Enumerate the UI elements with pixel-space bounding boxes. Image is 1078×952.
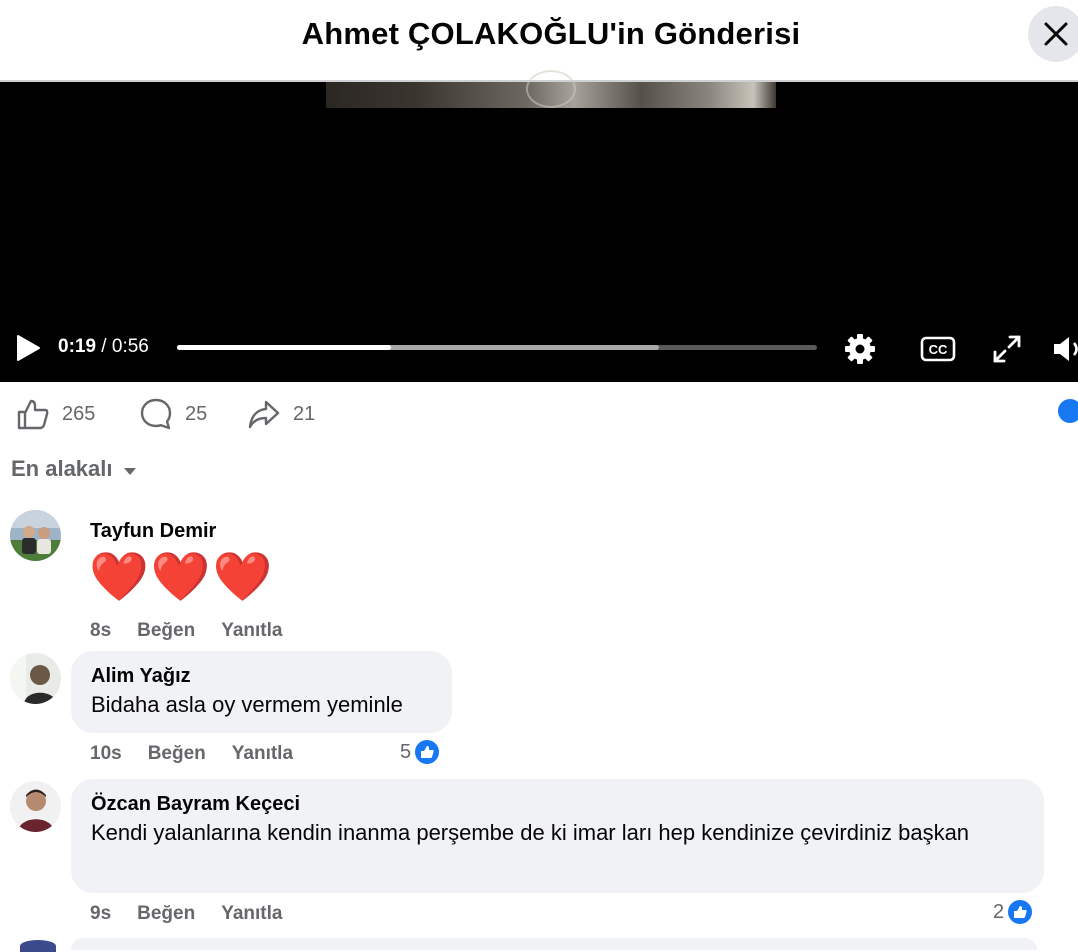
comment-reply-button[interactable]: Yanıtla [221,620,282,642]
duration: 0:56 [111,336,149,357]
comment-time[interactable]: 8s [90,620,111,642]
share-count: 21 [293,402,316,425]
video-frame-emblem [526,70,576,108]
avatar[interactable] [10,781,61,832]
post-action-bar: 265 25 21 [0,390,1078,438]
dialog-title: Ahmet ÇOLAKOĞLU'in Gönderisi [301,16,801,51]
avatar-photo-icon [10,653,61,704]
current-time: 0:19 [58,336,97,357]
comment-reply-button[interactable]: Yanıtla [232,743,293,765]
comment-author[interactable]: Özcan Bayram Keçeci [91,793,300,816]
comment-count: 25 [185,402,208,425]
reaction-like-icon[interactable] [1058,399,1078,423]
progress-played [177,345,392,350]
comment-text: Bidaha asla oy vermem yeminle [91,692,403,717]
comment-time[interactable]: 10s [90,743,122,765]
avatar[interactable] [10,510,61,561]
like-action[interactable]: 265 [16,394,95,434]
video-player[interactable]: 0:19 / 0:56 CC [0,70,1078,382]
caret-down-icon [123,468,136,475]
comment-reactions[interactable]: 2 [993,898,1035,926]
video-progress-bar[interactable] [177,345,817,350]
time-separator: / [96,336,112,357]
like-reaction-icon [413,738,442,766]
comment-author[interactable]: Alim Yağız [91,665,191,688]
avatar[interactable] [20,940,56,952]
comment-reply-button[interactable]: Yanıtla [221,903,282,925]
comment-action[interactable]: 25 [139,394,207,434]
comment-meta: 8s Beğen Yanıtla [90,620,308,642]
comment-text: Kendi yalanlarına kendin inanma perşembe… [91,820,970,845]
comment-meta: 9s Beğen Yanıtla [90,903,308,925]
captions-button[interactable]: CC [920,331,956,367]
comment-like-button[interactable]: Beğen [148,743,206,765]
comment-bubble [71,938,1037,950]
play-icon [17,335,40,361]
avatar[interactable] [10,653,61,704]
reaction-count: 5 [400,740,412,763]
avatar-photo-icon [10,781,61,832]
video-frame [326,70,776,108]
play-button[interactable] [14,333,42,363]
avatar-photo-icon [10,510,61,561]
video-controls: 0:19 / 0:56 CC [0,328,1078,368]
comment-text-hearts: ❤️❤️❤️ [89,551,275,604]
comment-bubble: Alim Yağız Bidaha asla oy vermem yeminle [71,651,452,733]
fullscreen-icon [993,335,1021,363]
comment-meta: 10s Beğen Yanıtla [90,743,319,765]
comment-like-button[interactable]: Beğen [137,620,195,642]
comment-bubble-icon [140,398,172,430]
settings-button[interactable] [842,331,878,367]
volume-button[interactable] [1050,331,1078,367]
share-action[interactable]: 21 [247,394,315,434]
thumbs-up-icon [17,399,49,430]
reaction-count: 2 [993,900,1005,923]
comment-author[interactable]: Tayfun Demir [90,520,216,543]
comment-like-button[interactable]: Beğen [137,903,195,925]
closed-captions-icon: CC [920,336,956,362]
close-button[interactable] [1028,6,1078,62]
comment-sort-dropdown[interactable]: En alakalı [11,456,137,482]
like-count: 265 [62,402,96,425]
post-dialog-header: Ahmet ÇOLAKOĞLU'in Gönderisi [0,0,1078,82]
like-reaction-icon [1006,898,1035,926]
share-arrow-icon [248,400,280,429]
comment-bubble: Özcan Bayram Keçeci Kendi yalanlarına ke… [71,779,1044,893]
comment-time[interactable]: 9s [90,903,111,925]
volume-icon [1054,337,1078,361]
settings-gear-icon [845,334,875,364]
video-time: 0:19 / 0:56 [58,336,149,358]
sort-label: En alakalı [11,456,113,481]
fullscreen-button[interactable] [989,331,1025,367]
svg-text:CC: CC [929,342,948,357]
comment-reactions[interactable]: 5 [400,738,442,766]
close-icon [1044,22,1068,46]
